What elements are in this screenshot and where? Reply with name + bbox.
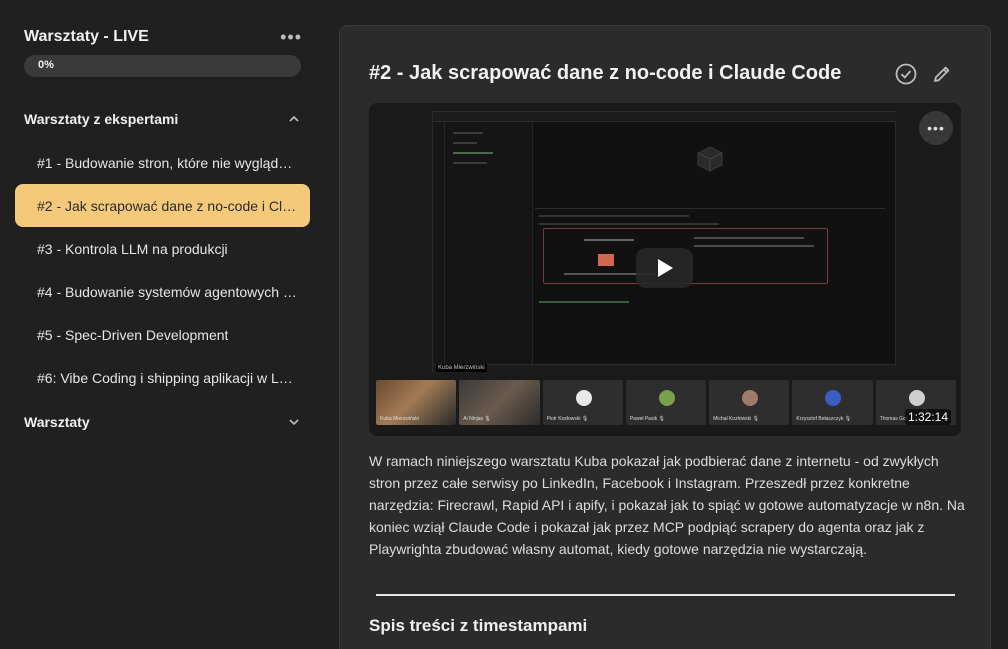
avatar xyxy=(575,390,592,406)
ide-explorer xyxy=(445,122,533,364)
lesson-label: #1 - Budowanie stron, które nie wyglądaj… xyxy=(37,154,300,171)
avatar xyxy=(658,390,675,406)
ide-titlebar xyxy=(433,112,897,122)
progress-bar: 0% xyxy=(24,55,301,77)
avatar xyxy=(825,390,842,406)
lesson-item-5[interactable]: #5 - Spec-Driven Development xyxy=(15,313,310,356)
play-button[interactable] xyxy=(636,248,693,288)
participant-name: Michał Kozłowski 🎙 xyxy=(713,416,759,422)
play-icon xyxy=(657,259,673,277)
lesson-item-4[interactable]: #4 - Budowanie systemów agentowych w pra… xyxy=(15,270,310,313)
pencil-icon[interactable] xyxy=(930,62,954,86)
video-frame: Kuba Mierzwiński xyxy=(432,111,897,374)
participant-tile: Paweł Pasik 🎙 xyxy=(625,380,707,425)
participant-name: Krzysztof Bełaszczyk 🎙 xyxy=(796,416,852,422)
chevron-up-icon xyxy=(286,111,302,127)
lesson-item-2-active[interactable]: #2 - Jak scrapować dane z no-code i Clau… xyxy=(15,184,310,227)
participant-tile: Ai Ninjas 🎙 xyxy=(459,380,540,425)
avatar xyxy=(742,390,759,406)
participant-name: Ai Ninjas 🎙 xyxy=(463,416,491,422)
participant-name: Thomas Gor xyxy=(879,416,908,422)
section-header-warsztaty-z-ekspertami[interactable]: Warsztaty z ekspertami xyxy=(24,109,302,129)
participant-name: Paweł Pasik 🎙 xyxy=(629,416,665,422)
more-options-icon[interactable]: ••• xyxy=(280,28,302,46)
progress-label: 0% xyxy=(38,59,54,71)
sidebar: Warsztaty - LIVE ••• 0% Warsztaty z eksp… xyxy=(0,0,330,649)
participant-name: Kuba Mierzwiński xyxy=(380,416,419,422)
ide-statusbar xyxy=(433,364,897,374)
divider xyxy=(376,594,955,596)
lesson-label: #3 - Kontrola LLM na produkcji xyxy=(37,240,228,257)
lesson-item-1[interactable]: #1 - Budowanie stron, które nie wyglądaj… xyxy=(15,141,310,184)
check-circle-icon[interactable] xyxy=(894,62,918,86)
course-title: Warsztaty - LIVE xyxy=(24,28,149,45)
participant-tile: Krzysztof Bełaszczyk 🎙 xyxy=(792,380,873,425)
video-duration: 1:32:14 xyxy=(904,409,951,425)
lesson-label: #5 - Spec-Driven Development xyxy=(37,326,229,343)
lesson-title: #2 - Jak scrapować dane z no-code i Clau… xyxy=(369,62,842,84)
lesson-label: #6: Vibe Coding i shipping aplikacji w L… xyxy=(37,369,300,386)
lesson-label: #2 - Jak scrapować dane z no-code i Clau… xyxy=(37,197,300,214)
avatar xyxy=(908,390,925,406)
section-header-warsztaty[interactable]: Warsztaty xyxy=(24,412,302,432)
lesson-label: #4 - Budowanie systemów agentowych w pra… xyxy=(37,283,300,300)
participant-tile: Kuba Mierzwiński xyxy=(376,380,457,425)
video-player[interactable]: Kuba Mierzwiński ••• Kuba Mierzwiński Ai… xyxy=(369,103,961,436)
course-header: Warsztaty - LIVE ••• xyxy=(24,27,302,47)
participant-strip: Kuba Mierzwiński Ai Ninjas 🎙 Piotr Kozło… xyxy=(376,380,956,425)
video-more-options-icon[interactable]: ••• xyxy=(919,111,953,145)
participant-name: Piotr Kozłowski 🎙 xyxy=(546,416,589,422)
toc-title: Spis treści z timestampami xyxy=(369,616,588,635)
lesson-item-3[interactable]: #3 - Kontrola LLM na produkcji xyxy=(15,227,310,270)
participant-tile: Piotr Kozłowski 🎙 xyxy=(542,380,623,425)
participant-tile: Michał Kozłowski 🎙 xyxy=(709,380,790,425)
ide-activity-bar xyxy=(433,122,445,364)
chevron-down-icon xyxy=(286,414,302,430)
lesson-description: W ramach niniejszego warsztatu Kuba poka… xyxy=(369,453,965,557)
presenter-name-tag: Kuba Mierzwiński xyxy=(436,364,487,372)
lesson-actions xyxy=(894,62,954,86)
section-title: Warsztaty z ekspertami xyxy=(24,111,179,127)
lesson-list: #1 - Budowanie stron, które nie wyglądaj… xyxy=(15,141,310,399)
lesson-panel: #2 - Jak scrapować dane z no-code i Clau… xyxy=(339,25,991,649)
cube-icon xyxy=(697,146,723,172)
lesson-item-6[interactable]: #6: Vibe Coding i shipping aplikacji w L… xyxy=(15,356,310,399)
mascot-icon xyxy=(598,254,614,266)
section-title: Warsztaty xyxy=(24,414,90,430)
